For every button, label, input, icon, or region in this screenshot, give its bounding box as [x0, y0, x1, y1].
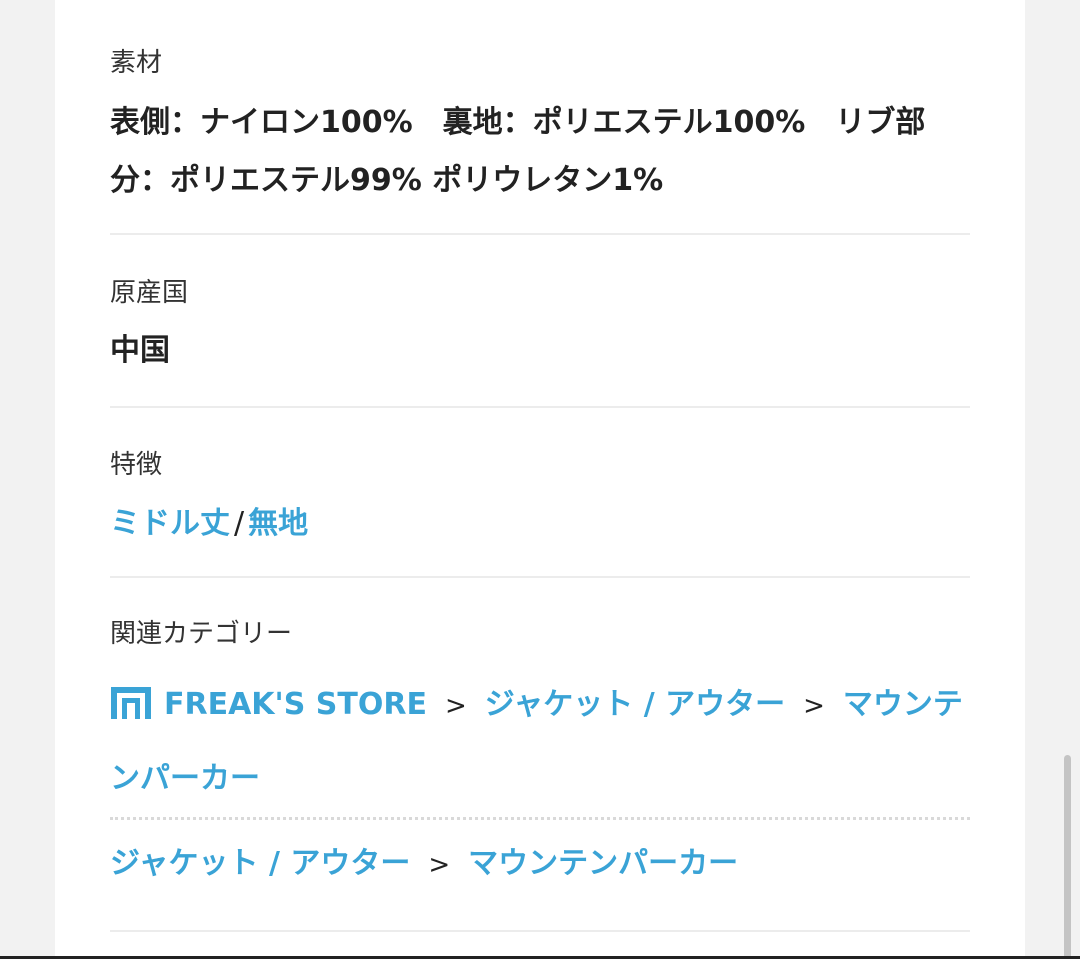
divider	[110, 406, 970, 408]
breadcrumb-link-jacket-outer[interactable]: ジャケット / アウター	[485, 687, 785, 722]
feature-separator: /	[234, 506, 245, 541]
scrollbar[interactable]	[1064, 755, 1071, 959]
divider	[110, 576, 970, 578]
breadcrumb-link-jacket-outer[interactable]: ジャケット / アウター	[110, 846, 410, 881]
feature-link-plain[interactable]: 無地	[248, 506, 308, 541]
breadcrumb-arrow: >	[444, 691, 467, 721]
product-detail-card: 素材 表側：ナイロン100% 裏地：ポリエステル100% リブ部分：ポリエステル…	[55, 0, 1025, 959]
breadcrumb-arrow: >	[803, 691, 825, 721]
origin-value: 中国	[110, 333, 170, 368]
features-list: ミドル丈 / 無地	[110, 495, 970, 553]
breadcrumb-category: ジャケット / アウター > マウンテンパーカー	[110, 830, 970, 899]
divider	[110, 233, 970, 235]
material-value: 表側：ナイロン100% 裏地：ポリエステル100% リブ部分：ポリエステル99%…	[110, 105, 926, 198]
related-categories-label: 関連カテゴリー	[110, 619, 293, 649]
breadcrumb-arrow: >	[428, 850, 451, 880]
breadcrumb-link-freaks-store[interactable]: FREAK'S STORE	[164, 687, 427, 722]
breadcrumb-store: FREAK'S STORE > ジャケット / アウター > マウンテンパーカー	[110, 671, 970, 813]
breadcrumb-link-mountain-parka[interactable]: マウンテンパーカー	[468, 846, 738, 881]
shop-icon	[110, 677, 152, 745]
origin-label: 原産国	[110, 278, 189, 308]
divider	[110, 930, 970, 932]
dotted-divider	[110, 817, 970, 820]
material-label: 素材	[110, 48, 163, 78]
features-label: 特徴	[110, 450, 163, 480]
feature-link-middle-length[interactable]: ミドル丈	[110, 506, 230, 541]
